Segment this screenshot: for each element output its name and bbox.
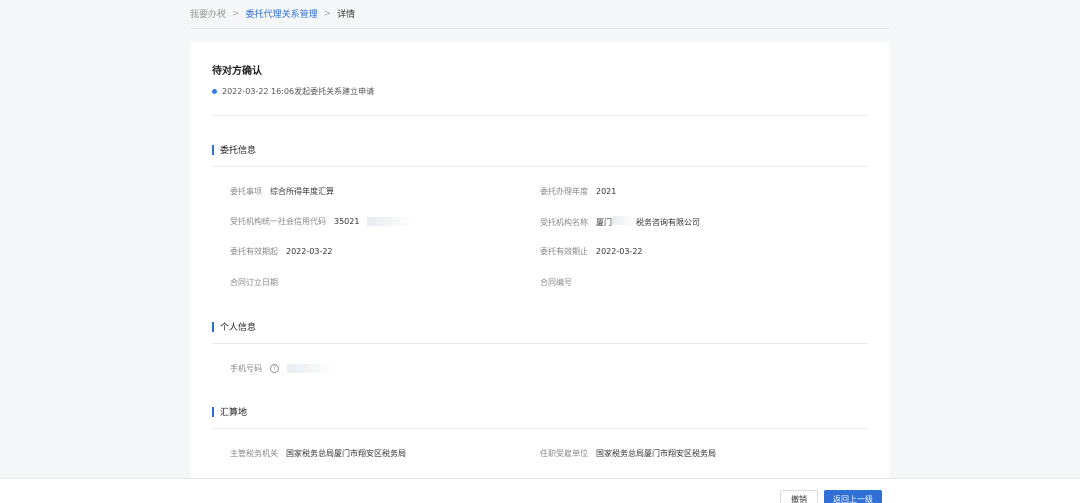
status-event: 2022-03-22 16:06发起委托关系建立申请 bbox=[212, 86, 374, 97]
masked-value bbox=[287, 364, 337, 373]
status-dot-icon bbox=[212, 89, 217, 94]
field-value: 国家税务总局厦门市翔安区税务局 bbox=[596, 449, 716, 458]
section-title-settlement: 汇算地 bbox=[212, 405, 247, 418]
help-icon[interactable]: ? bbox=[270, 364, 279, 373]
header-divider bbox=[190, 28, 890, 29]
section-marker bbox=[212, 321, 214, 332]
field-label: 委托有效期起 bbox=[230, 247, 278, 256]
section-title-text: 个人信息 bbox=[220, 323, 257, 333]
action-footer: 撤销 返回上一级 bbox=[0, 478, 1080, 503]
field-label: 委托有效期止 bbox=[540, 247, 588, 256]
section-title-entrust: 委托信息 bbox=[212, 143, 256, 156]
breadcrumb-separator: > bbox=[232, 8, 240, 19]
field-value: 2021 bbox=[596, 187, 617, 196]
section-title-text: 委托信息 bbox=[220, 146, 257, 156]
revoke-button[interactable]: 撤销 bbox=[780, 490, 818, 503]
field-label: 委托事项 bbox=[230, 187, 262, 196]
field-credit-code: 受托机构统一社会信用代码 35021 bbox=[230, 216, 418, 227]
field-label: 委托办理年度 bbox=[540, 187, 588, 196]
field-label: 合同编号 bbox=[540, 278, 572, 287]
section-title-text: 汇算地 bbox=[220, 408, 248, 418]
status-event-text: 2022-03-22 16:06发起委托关系建立申请 bbox=[222, 87, 375, 96]
field-entrust-year: 委托办理年度 2021 bbox=[540, 186, 616, 197]
section-marker bbox=[212, 144, 214, 155]
field-value: 综合所得年度汇算 bbox=[270, 187, 334, 196]
field-label: 任职受雇单位 bbox=[540, 449, 588, 458]
section-divider bbox=[212, 166, 868, 167]
field-tax-office: 主管税务机关 国家税务总局厦门市翔安区税务局 bbox=[230, 448, 406, 459]
breadcrumb: 我要办税 > 委托代理关系管理 > 详情 bbox=[190, 7, 356, 21]
field-entrust-item: 委托事项 综合所得年度汇算 bbox=[230, 186, 334, 197]
field-label: 主管税务机关 bbox=[230, 449, 278, 458]
field-label: 手机号码 bbox=[230, 364, 262, 373]
field-value: 35021 bbox=[334, 217, 360, 226]
field-contract-date: 合同订立日期 bbox=[230, 277, 286, 288]
field-phone: 手机号码 ? bbox=[230, 363, 337, 374]
section-marker bbox=[212, 406, 214, 417]
breadcrumb-current: 详情 bbox=[337, 10, 356, 20]
field-contract-number: 合同编号 bbox=[540, 277, 580, 288]
section-title-personal: 个人信息 bbox=[212, 320, 256, 333]
field-value: 国家税务总局厦门市翔安区税务局 bbox=[286, 449, 406, 458]
masked-value bbox=[612, 216, 636, 225]
field-value: 2022-03-22 bbox=[286, 247, 333, 256]
status-divider bbox=[212, 115, 868, 116]
agency-name-suffix: 税务咨询有限公司 bbox=[636, 218, 700, 227]
section-divider bbox=[212, 343, 868, 344]
field-agency-name: 受托机构名称 厦门 税务咨询有限公司 bbox=[540, 216, 700, 228]
back-button[interactable]: 返回上一级 bbox=[824, 490, 882, 503]
field-label: 受托机构统一社会信用代码 bbox=[230, 217, 326, 226]
field-label: 合同订立日期 bbox=[230, 278, 278, 287]
field-valid-start: 委托有效期起 2022-03-22 bbox=[230, 246, 333, 257]
field-employer: 任职受雇单位 国家税务总局厦门市翔安区税务局 bbox=[540, 448, 716, 459]
detail-card: 待对方确认 2022-03-22 16:06发起委托关系建立申请 委托信息 委托… bbox=[190, 42, 890, 482]
field-value: 厦门 税务咨询有限公司 bbox=[596, 216, 700, 228]
breadcrumb-home-link[interactable]: 我要办税 bbox=[190, 7, 226, 20]
field-valid-end: 委托有效期止 2022-03-22 bbox=[540, 246, 643, 257]
field-value: 2022-03-22 bbox=[596, 247, 643, 256]
section-divider bbox=[212, 428, 868, 429]
breadcrumb-parent-link[interactable]: 委托代理关系管理 bbox=[246, 7, 318, 20]
status-title: 待对方确认 bbox=[212, 66, 262, 77]
breadcrumb-separator: > bbox=[323, 8, 332, 19]
masked-value bbox=[367, 217, 418, 226]
field-label: 受托机构名称 bbox=[540, 217, 588, 227]
agency-name-prefix: 厦门 bbox=[596, 218, 612, 227]
